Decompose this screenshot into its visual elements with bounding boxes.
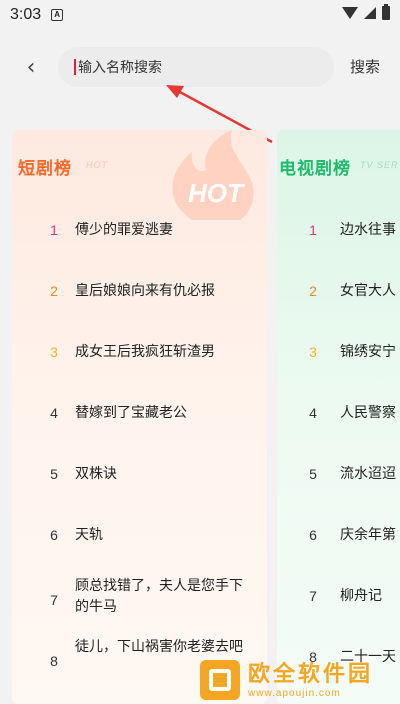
drama-title: 锦绣安宁: [340, 344, 396, 360]
drama-title: 边水往事: [340, 222, 396, 238]
rank-number: 7: [50, 592, 58, 608]
short-chart-title: 短剧榜: [18, 159, 72, 179]
drama-title: 人民警察: [340, 405, 396, 421]
hot-badge-text: HOT: [188, 178, 245, 208]
rank-number: 2: [50, 283, 58, 299]
rank-number: 4: [309, 405, 317, 421]
rank-number: 6: [309, 527, 317, 543]
status-icons: [342, 4, 390, 20]
drama-title: 替嫁到了宝藏老公: [75, 405, 187, 421]
short-drama-list-item[interactable]: 1 傅少的罪爱逃妻: [12, 208, 267, 269]
rank-number: 1: [309, 222, 317, 238]
drama-title: 徒儿，下山祸害你老婆去吧: [75, 639, 243, 655]
rank-number: 6: [50, 527, 58, 543]
short-drama-list-item[interactable]: 4 替嫁到了宝藏老公: [12, 391, 267, 452]
rank-number: 1: [50, 222, 58, 238]
site-watermark: 欧全软件园 www.apoujin.com: [200, 656, 400, 704]
search-input[interactable]: 输入名称搜索: [58, 47, 334, 87]
tv-drama-list-item[interactable]: 5 流水迢迢: [277, 452, 400, 513]
short-drama-list-item[interactable]: 5 双株诀: [12, 452, 267, 513]
signal-icon: [364, 7, 376, 19]
tv-drama-list-item[interactable]: 4 人民警察: [277, 391, 400, 452]
drama-title: 皇后娘娘向来有仇必报: [75, 283, 215, 299]
drama-title: 顾总找错了，夫人是您手下的牛马: [75, 578, 243, 615]
short-drama-list-item[interactable]: 3 成女王后我疯狂斩渣男: [12, 330, 267, 391]
battery-icon: [382, 4, 390, 20]
search-header: ‹ 输入名称搜索 搜索: [0, 38, 400, 98]
wifi-icon: [342, 7, 358, 19]
flame-icon: HOT: [172, 130, 254, 220]
drama-title: 双株诀: [75, 466, 117, 482]
rank-number: 3: [50, 344, 58, 360]
rank-number: 5: [309, 466, 317, 482]
tv-drama-chart-card: 电视剧榜 TV SER 1 边水往事 2 女官大人 3 锦绣安宁 4 人民警察 5 流水迢迢 6 庆余…: [277, 130, 400, 704]
rank-number: 7: [309, 588, 317, 604]
rank-number: 8: [50, 653, 58, 669]
short-drama-list-item[interactable]: 6 天轨: [12, 513, 267, 574]
search-button[interactable]: 搜索: [350, 56, 380, 77]
tv-drama-list-item[interactable]: 7 柳舟记: [277, 574, 400, 635]
rank-number: 4: [50, 405, 58, 421]
drama-title: 流水迢迢: [340, 466, 396, 482]
watermark-text: 欧全软件园: [248, 661, 374, 687]
back-button[interactable]: ‹: [18, 54, 44, 80]
tv-drama-list-item[interactable]: 6 庆余年第: [277, 513, 400, 574]
status-time: 3:03: [10, 6, 42, 23]
drama-title: 成女王后我疯狂斩渣男: [75, 344, 215, 360]
watermark-logo-icon: [200, 660, 240, 700]
status-bar: 3:03 A: [0, 0, 400, 30]
tv-drama-list: 1 边水往事 2 女官大人 3 锦绣安宁 4 人民警察 5 流水迢迢 6 庆余年第 7 柳舟记 8 二十一天: [277, 208, 400, 696]
tv-chart-title: 电视剧榜: [279, 159, 351, 179]
drama-title: 庆余年第: [340, 527, 396, 543]
rank-number: 3: [309, 344, 317, 360]
drama-title: 傅少的罪爱逃妻: [75, 222, 173, 238]
tv-drama-list-item[interactable]: 2 女官大人: [277, 269, 400, 330]
notification-icon: A: [51, 9, 64, 21]
text-caret: [74, 59, 76, 75]
rank-number: 5: [50, 466, 58, 482]
short-drama-list: 1 傅少的罪爱逃妻 2 皇后娘娘向来有仇必报 3 成女王后我疯狂斩渣男 4 替嫁到了宝藏老公 5…: [12, 208, 267, 696]
rank-number: 2: [309, 283, 317, 299]
short-drama-chart-card: HOT 短剧榜 HOT 1 傅少的罪爱逃妻 2 皇后娘娘向来有仇必报 3 成女王后我疯狂斩…: [12, 130, 267, 704]
watermark-url: www.apoujin.com: [248, 687, 341, 699]
tv-drama-list-item[interactable]: 3 锦绣安宁: [277, 330, 400, 391]
drama-title: 柳舟记: [340, 588, 382, 604]
short-drama-list-item[interactable]: 7 顾总找错了，夫人是您手下的牛马: [12, 574, 267, 635]
tv-chart-subtitle: TV SER: [360, 160, 399, 170]
drama-title: 女官大人: [340, 283, 396, 299]
chevron-left-icon: ‹: [26, 54, 36, 80]
search-placeholder: 输入名称搜索: [78, 60, 162, 76]
drama-title: 天轨: [75, 527, 103, 543]
tv-drama-list-item[interactable]: 1 边水往事: [277, 208, 400, 269]
short-drama-list-item[interactable]: 2 皇后娘娘向来有仇必报: [12, 269, 267, 330]
short-chart-subtitle: HOT: [86, 160, 108, 170]
